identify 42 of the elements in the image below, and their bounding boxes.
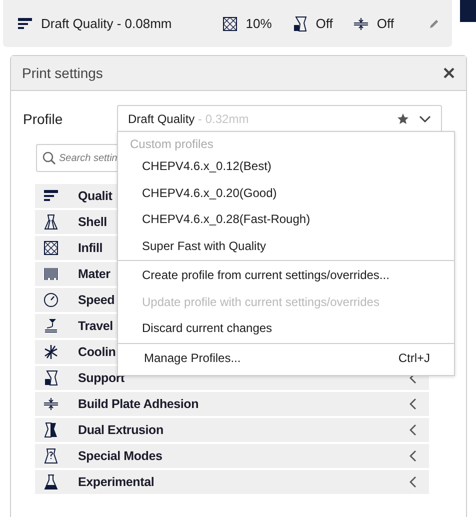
setting-summary: Off	[376, 16, 394, 31]
setting-summary: Off	[316, 16, 333, 31]
menu-item[interactable]: Super Fast with Quality	[118, 232, 454, 259]
panel-title: Print settings	[22, 65, 103, 81]
shell-icon	[43, 214, 59, 230]
travel-icon	[43, 318, 59, 334]
window-background	[460, 0, 476, 22]
adhesion-icon	[352, 16, 369, 32]
pencil-icon[interactable]	[429, 18, 440, 29]
chevron-down-icon	[419, 115, 431, 123]
keyboard-shortcut: Ctrl+J	[398, 350, 430, 365]
quality-icon	[17, 16, 33, 32]
print-setup-bar[interactable]: Draft Quality - 0.08mm 10% Off Off	[3, 0, 452, 47]
quality-icon	[43, 188, 59, 204]
menu-item-label: Manage Profiles...	[144, 350, 241, 365]
menu-item[interactable]: CHEPV4.6.x_0.28(Fast-Rough)	[118, 206, 454, 232]
settings-category[interactable]: Build Plate Adhesion	[35, 392, 429, 416]
menu-section-header: Custom profiles	[129, 136, 214, 153]
search-icon	[42, 151, 56, 165]
close-icon[interactable]	[443, 67, 455, 79]
menu-item[interactable]: CHEPV4.6.x_0.12(Best)	[118, 153, 454, 180]
flask-icon	[43, 474, 59, 490]
profile-label: Profile	[23, 111, 64, 127]
infill-icon	[43, 240, 59, 256]
menu-item[interactable]: CHEPV4.6.x_0.20(Good)	[118, 180, 454, 206]
settings-category[interactable]: Special Modes	[35, 444, 429, 468]
setting-summary: Draft Quality - 0.08mm	[41, 16, 172, 31]
infill-icon	[222, 16, 238, 32]
support-icon	[292, 16, 308, 32]
material-icon	[43, 266, 59, 282]
gauge-icon	[43, 292, 59, 308]
adhesion-icon	[43, 396, 59, 412]
star-icon[interactable]	[397, 113, 409, 125]
settings-category[interactable]: Dual Extrusion	[35, 418, 429, 442]
dual-extrusion-icon	[43, 422, 59, 438]
special-modes-icon	[43, 448, 59, 464]
menu-item[interactable]: Create profile from current settings/overrides...	[118, 262, 454, 288]
setting-summary: 10%	[246, 16, 272, 31]
menu-item[interactable]: Discard current changes	[118, 315, 454, 342]
settings-category[interactable]: Experimental	[35, 470, 429, 494]
fan-icon	[43, 344, 59, 360]
support-icon	[43, 370, 59, 386]
